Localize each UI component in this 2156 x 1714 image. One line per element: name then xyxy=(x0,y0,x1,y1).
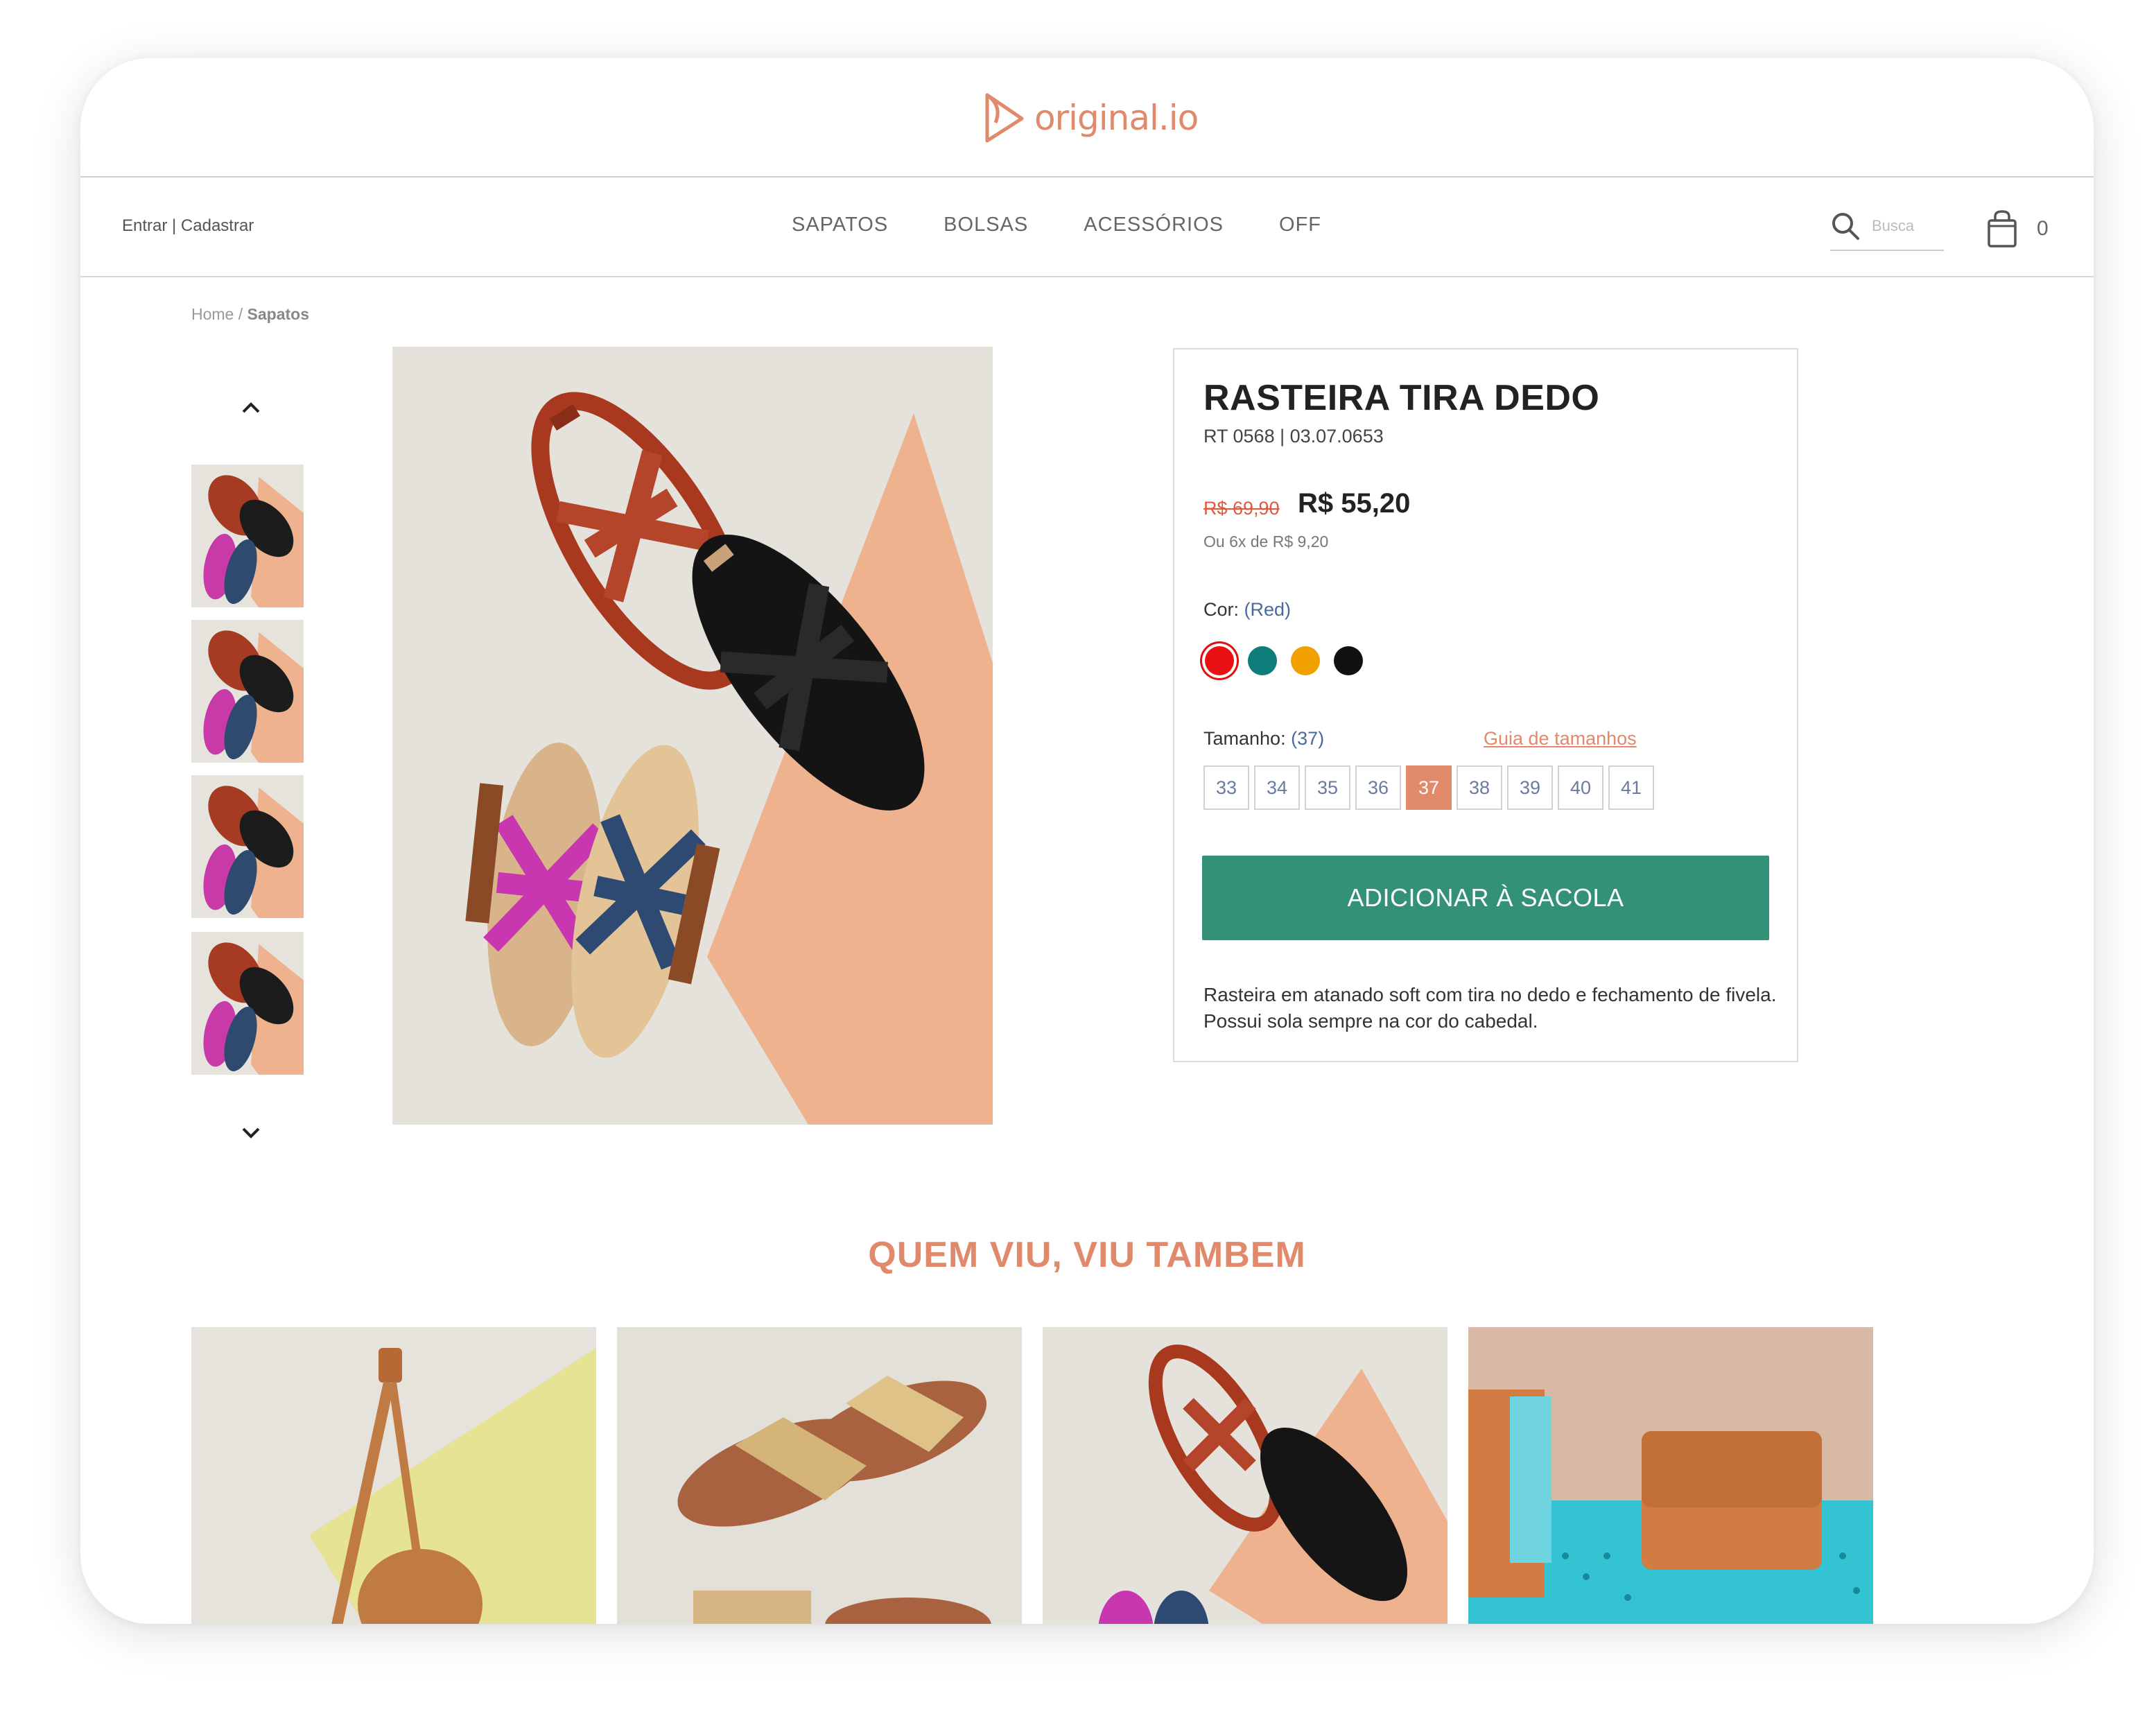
page-card: original.io Entrar | Cadastrar SAPATOS B… xyxy=(80,58,2094,1624)
logo-mark-icon xyxy=(985,93,1024,143)
product-info-panel: RASTEIRA TIRA DEDO RT 0568 | 03.07.0653 … xyxy=(1173,348,1798,1062)
size-label: Tamanho: (37) xyxy=(1203,728,1324,750)
search-input[interactable]: Busca xyxy=(1872,217,1914,235)
recommended-product-3[interactable] xyxy=(1043,1327,1448,1624)
size-option-33[interactable]: 33 xyxy=(1203,765,1249,810)
size-option-37[interactable]: 37 xyxy=(1406,765,1452,810)
color-label-text: Cor: xyxy=(1203,599,1240,620)
breadcrumb: Home / Sapatos xyxy=(191,305,309,324)
chevron-up-icon xyxy=(242,402,260,413)
search-icon[interactable] xyxy=(1830,211,1861,241)
size-selector: 33 34 35 36 37 38 39 40 41 xyxy=(1203,765,1654,810)
selected-size: (37) xyxy=(1291,728,1325,749)
size-option-41[interactable]: 41 xyxy=(1608,765,1654,810)
size-option-35[interactable]: 35 xyxy=(1305,765,1350,810)
logo-text: original.io xyxy=(1034,98,1199,138)
breadcrumb-home[interactable]: Home xyxy=(191,305,234,323)
size-option-36[interactable]: 36 xyxy=(1355,765,1401,810)
thumbnail-3[interactable] xyxy=(191,775,304,918)
sandals-photo-small xyxy=(1043,1327,1448,1624)
main-nav: SAPATOS BOLSAS ACESSÓRIOS OFF xyxy=(792,214,1377,236)
installments: Ou 6x de R$ 9,20 xyxy=(1203,533,1329,551)
recommended-product-4[interactable] xyxy=(1468,1327,1873,1624)
gold-sandal-photo xyxy=(617,1327,1022,1624)
breadcrumb-current: Sapatos xyxy=(247,305,310,323)
product-title: RASTEIRA TIRA DEDO xyxy=(1203,378,1600,418)
thumbnail-4[interactable] xyxy=(191,932,304,1075)
size-option-40[interactable]: 40 xyxy=(1558,765,1603,810)
cart-count: 0 xyxy=(2037,217,2049,240)
recommended-product-2[interactable] xyxy=(617,1327,1022,1624)
size-label-text: Tamanho: xyxy=(1203,728,1286,749)
size-option-39[interactable]: 39 xyxy=(1507,765,1553,810)
selected-color: (Red) xyxy=(1244,599,1292,620)
nav-item-acessorios[interactable]: ACESSÓRIOS xyxy=(1084,214,1224,236)
color-swatch-black[interactable] xyxy=(1334,646,1363,675)
product-description: Rasteira em atanado soft com tira no ded… xyxy=(1203,984,1777,1032)
product-reference: RT 0568 | 03.07.0653 xyxy=(1203,426,1384,447)
recommendations-title: QUEM VIU, VIU TAMBEM xyxy=(868,1235,1306,1275)
nav-item-off[interactable]: OFF xyxy=(1279,214,1321,236)
thumbnail-image xyxy=(191,465,304,607)
recommended-product-1[interactable] xyxy=(191,1327,596,1624)
color-swatch-teal[interactable] xyxy=(1248,646,1277,675)
size-option-34[interactable]: 34 xyxy=(1254,765,1300,810)
main-product-image[interactable] xyxy=(392,347,993,1125)
thumbnail-2[interactable] xyxy=(191,620,304,763)
search-box[interactable]: Busca xyxy=(1830,202,1944,251)
thumbnails-down-button[interactable] xyxy=(237,1119,265,1147)
color-swatch-red[interactable] xyxy=(1205,646,1234,675)
color-swatch-orange[interactable] xyxy=(1291,646,1320,675)
size-guide-link[interactable]: Guia de tamanhos xyxy=(1484,728,1637,750)
chevron-down-icon xyxy=(242,1127,260,1139)
logo-bar: original.io xyxy=(80,58,2094,178)
sandals-photo xyxy=(392,347,993,1125)
cart-button[interactable]: 0 xyxy=(1987,209,2049,248)
thumbnails-up-button[interactable] xyxy=(237,394,265,422)
old-price: R$ 69,90 xyxy=(1203,498,1280,519)
thumbnail-1[interactable] xyxy=(191,465,304,607)
thumbnail-image xyxy=(191,932,304,1075)
brand-logo[interactable]: original.io xyxy=(982,90,1199,146)
add-to-bag-button[interactable]: ADICIONAR À SACOLA xyxy=(1202,856,1769,940)
account-link[interactable]: Entrar | Cadastrar xyxy=(122,216,254,236)
thumbnail-image xyxy=(191,620,304,763)
bag-photo xyxy=(191,1327,596,1624)
breadcrumb-separator: / xyxy=(238,305,243,323)
color-label: Cor: (Red) xyxy=(1203,599,1291,621)
nav-bar: Entrar | Cadastrar SAPATOS BOLSAS ACESSÓ… xyxy=(80,179,2094,277)
shopping-bag-icon[interactable] xyxy=(1987,209,2017,248)
size-option-38[interactable]: 38 xyxy=(1457,765,1502,810)
nav-item-sapatos[interactable]: SAPATOS xyxy=(792,214,888,236)
nav-item-bolsas[interactable]: BOLSAS xyxy=(944,214,1028,236)
current-price: R$ 55,20 xyxy=(1298,488,1411,519)
wallet-photo xyxy=(1468,1327,1873,1624)
thumbnail-image xyxy=(191,775,304,918)
